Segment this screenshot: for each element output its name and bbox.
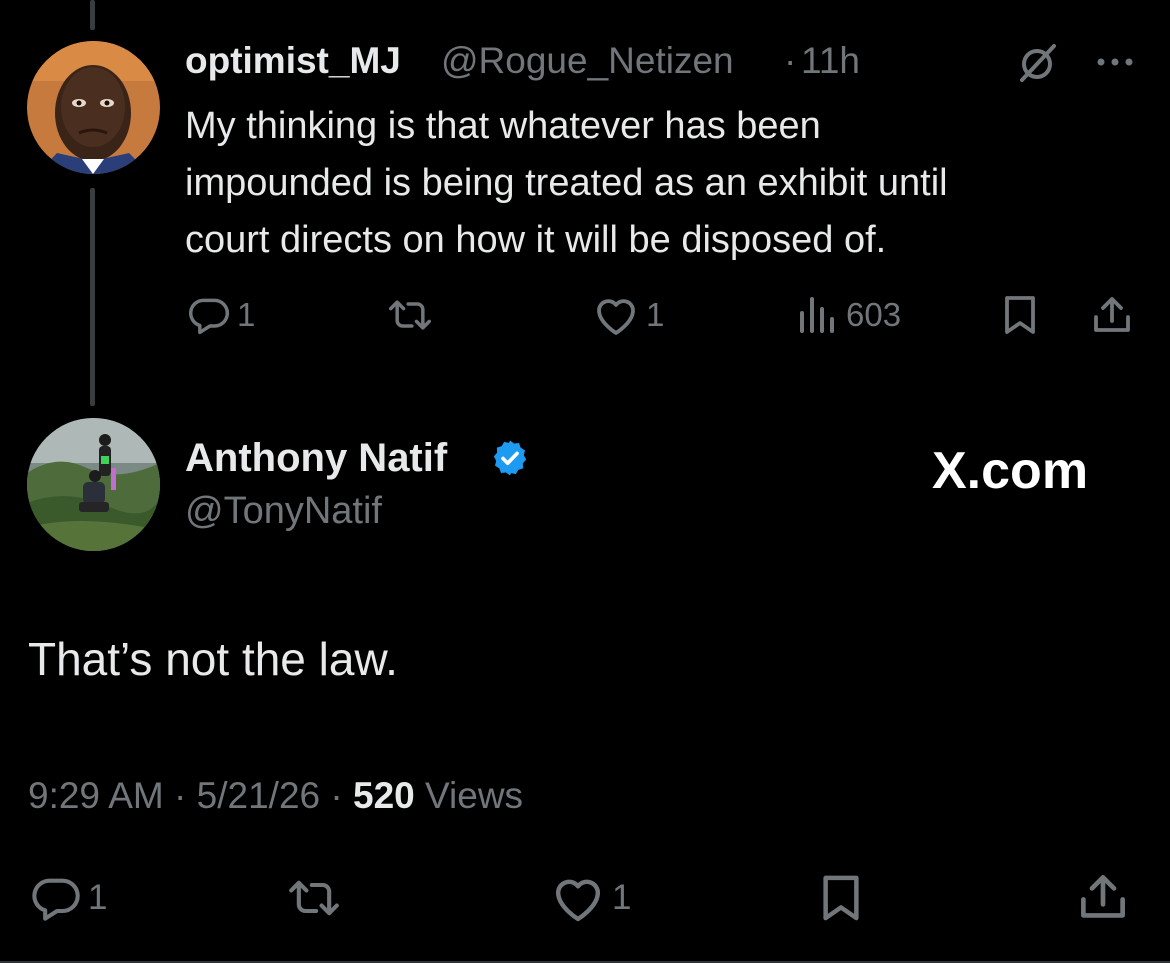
author-name[interactable]: Anthony Natif [185,436,447,481]
like-icon [597,299,635,335]
meta-separator: · [163,775,197,816]
watermark: X.com [932,442,1089,500]
views-label: Views [425,775,524,816]
avatar[interactable] [27,41,160,174]
tweet-text: That’s not the law. [28,633,398,685]
more-icon[interactable] [1092,52,1138,77]
author-handle[interactable]: @Rogue_Netizen [441,40,734,82]
views-button[interactable]: 603 [796,293,901,337]
reply-button[interactable]: 1 [187,293,255,337]
retweet-icon [289,880,339,916]
reply-count: 1 [237,296,256,333]
reply-icon [188,298,230,335]
bookmark-button[interactable] [998,293,1042,337]
handle-time-separator: · [784,40,797,81]
retweet-icon [389,300,431,330]
author-handle[interactable]: @TonyNatif [185,490,382,533]
author-name[interactable]: optimist_MJ [185,40,401,82]
like-count: 1 [612,878,632,917]
tweet-time[interactable]: 11h [801,40,860,82]
bookmark-icon [1005,296,1035,334]
share-button[interactable] [1076,870,1130,924]
thread-line-top [90,0,95,30]
like-icon [555,879,601,922]
reply-count: 1 [88,878,108,917]
grok-icon[interactable] [1014,40,1060,91]
verified-badge-icon[interactable] [490,438,530,483]
like-button[interactable]: 1 [550,872,631,924]
avatar[interactable] [27,418,160,551]
retweet-button[interactable] [285,872,343,924]
tweet-meta: 9:29 AM · 5/21/26 · 520 Views [28,775,523,817]
share-button[interactable] [1090,293,1134,337]
bookmark-icon [823,875,859,921]
tweet-text-line: impounded is being treated as an exhibit… [185,162,948,204]
reply-button[interactable]: 1 [30,872,107,924]
timestamp-time[interactable]: 9:29 AM [28,775,164,816]
share-icon [1094,297,1130,332]
share-icon [1081,875,1125,918]
meta-separator: · [320,775,353,816]
views-count: 520 [353,775,415,816]
tweet-text: My thinking is that whatever has been im… [185,98,948,269]
view-count: 603 [846,296,902,333]
like-button[interactable]: 1 [592,293,664,337]
thread-line-connector [90,188,95,406]
retweet-button[interactable] [385,293,435,337]
tweet-text-line: court directs on how it will be disposed… [185,219,887,261]
tweet-text-line: My thinking is that whatever has been [185,105,821,147]
like-count: 1 [646,296,665,333]
timestamp-date[interactable]: 5/21/26 [197,775,320,816]
reply-icon [32,878,80,921]
views-icon [800,297,834,333]
bookmark-button[interactable] [815,872,867,924]
